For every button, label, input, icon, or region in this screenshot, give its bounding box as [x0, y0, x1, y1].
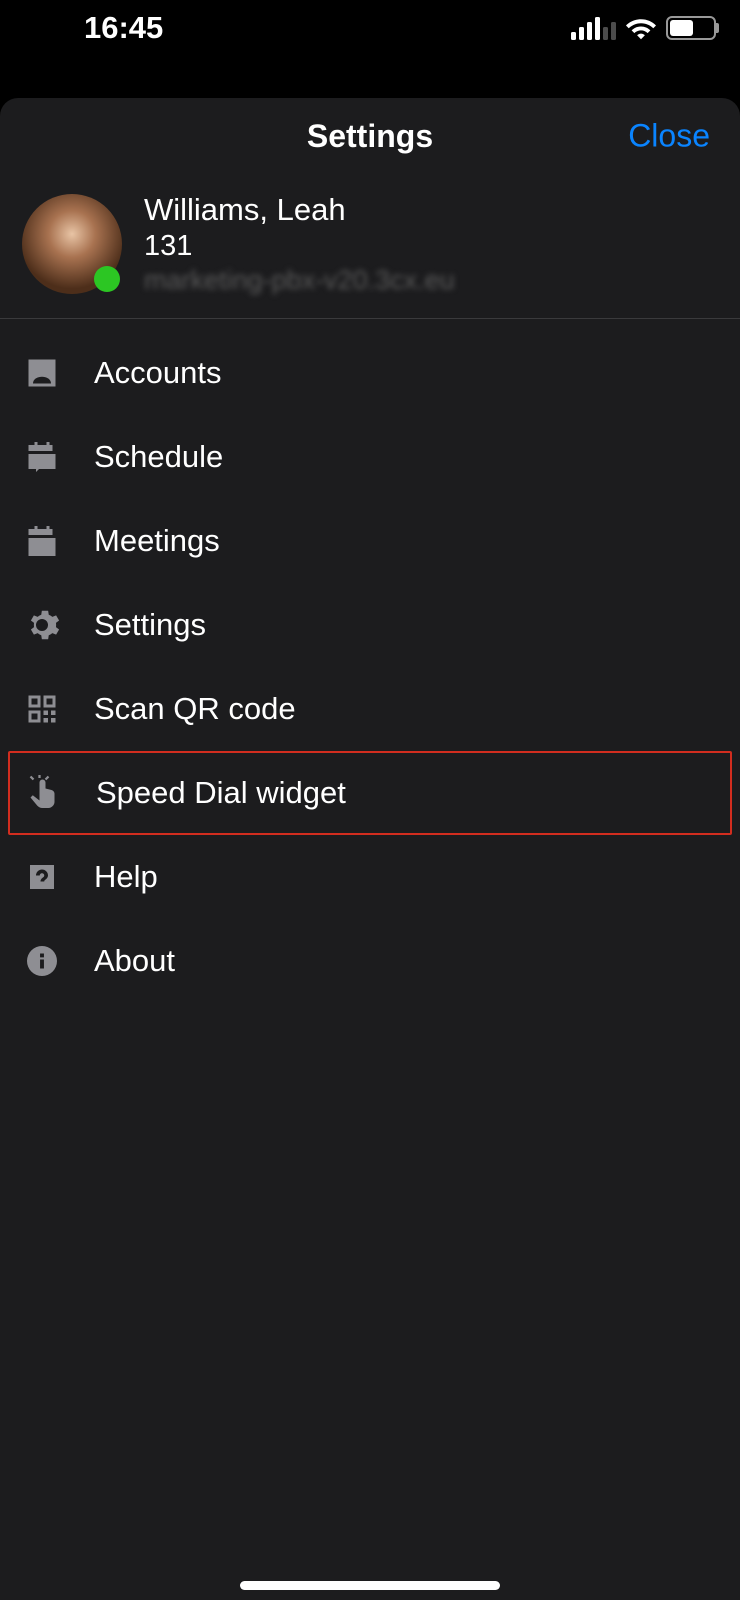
menu-item-scan-qr[interactable]: Scan QR code	[0, 667, 740, 751]
menu-label: Help	[94, 859, 158, 895]
settings-panel: Settings Close Williams, Leah 131 market…	[0, 98, 740, 1600]
menu-label: Scan QR code	[94, 691, 296, 727]
close-button[interactable]: Close	[628, 118, 710, 155]
wifi-icon	[626, 16, 656, 40]
qr-icon	[22, 689, 62, 729]
status-indicators	[571, 16, 716, 40]
gear-icon	[22, 605, 62, 645]
help-icon	[22, 857, 62, 897]
menu-item-settings[interactable]: Settings	[0, 583, 740, 667]
cellular-icon	[571, 17, 616, 40]
person-icon	[22, 353, 62, 393]
calendar-edit-icon	[22, 437, 62, 477]
battery-icon	[666, 16, 716, 40]
avatar	[22, 194, 122, 294]
calendar-icon	[22, 521, 62, 561]
profile-extension: 131	[144, 230, 455, 263]
info-icon	[22, 941, 62, 981]
menu-item-meetings[interactable]: Meetings	[0, 499, 740, 583]
menu-item-accounts[interactable]: Accounts	[0, 331, 740, 415]
profile-name: Williams, Leah	[144, 192, 455, 228]
menu-label: Meetings	[94, 523, 220, 559]
menu-label: Accounts	[94, 355, 222, 391]
settings-menu: Accounts Schedule Meetings Settings Scan	[0, 319, 740, 1003]
menu-label: Speed Dial widget	[96, 775, 346, 811]
status-time: 16:45	[84, 10, 163, 46]
panel-header: Settings Close	[0, 98, 740, 174]
menu-item-about[interactable]: About	[0, 919, 740, 1003]
menu-label: Settings	[94, 607, 206, 643]
menu-label: Schedule	[94, 439, 223, 475]
presence-indicator	[94, 266, 120, 292]
status-bar: 16:45	[0, 0, 740, 56]
tap-icon	[24, 773, 64, 813]
profile-server: marketing-pbx-v20.3cx.eu	[144, 265, 455, 296]
profile-row[interactable]: Williams, Leah 131 marketing-pbx-v20.3cx…	[0, 174, 740, 319]
menu-item-schedule[interactable]: Schedule	[0, 415, 740, 499]
menu-label: About	[94, 943, 175, 979]
menu-item-help[interactable]: Help	[0, 835, 740, 919]
page-title: Settings	[307, 118, 433, 155]
home-indicator[interactable]	[240, 1581, 500, 1590]
menu-item-speed-dial[interactable]: Speed Dial widget	[8, 751, 732, 835]
